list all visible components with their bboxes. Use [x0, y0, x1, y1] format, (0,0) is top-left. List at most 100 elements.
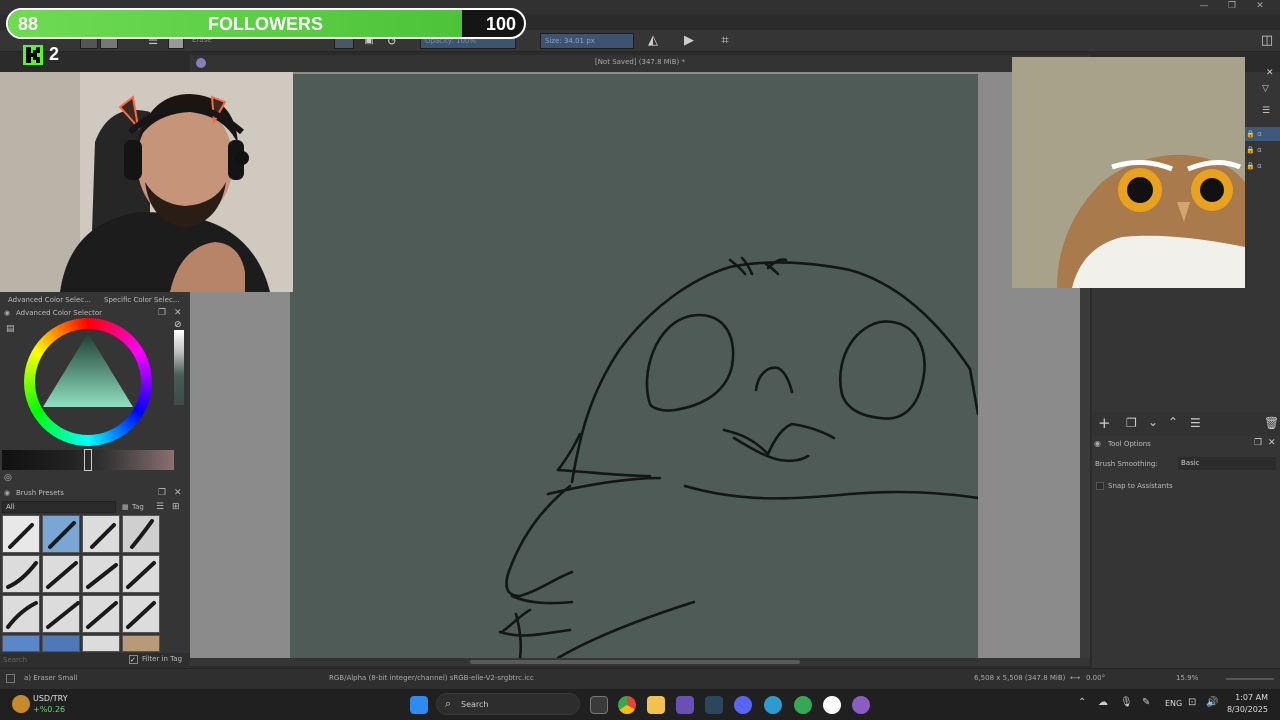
mirror-vertical-icon[interactable]: ▶ [680, 33, 698, 49]
layer-menu-icon[interactable]: ☰ [1262, 106, 1270, 116]
duplicate-layer-icon[interactable]: ❐ [1126, 416, 1137, 430]
value-slider-handle[interactable] [84, 449, 92, 471]
minimize-icon[interactable]: — [1194, 1, 1214, 13]
windows-taskbar: USD/TRY +%0.26 ⌃ ☁ 🎙 ✎ ENG ⊡ 🔊 1:07 AM 8… [0, 689, 1280, 720]
layer-properties-icon[interactable]: ☰ [1190, 416, 1201, 430]
tab-specific-color-selector[interactable]: Specific Color Selec... [104, 293, 180, 307]
float-docker-icon[interactable]: ❐ [158, 307, 166, 319]
streamer-webcam-image [0, 72, 293, 292]
close-brush-docker-icon[interactable]: ✕ [174, 487, 182, 499]
size-slider[interactable]: Size: 34.01 px [540, 33, 634, 49]
task-view-icon[interactable] [590, 696, 608, 714]
clock-date[interactable]: 8/30/2025 [1226, 705, 1268, 714]
docker-toggle-icon[interactable]: ◫ [1258, 33, 1276, 49]
color-wheel-center [35, 329, 141, 435]
layer-row-selected[interactable]: 🔒 α [1244, 127, 1280, 141]
close-tool-options-icon[interactable]: ✕ [1268, 438, 1276, 448]
close-layers-icon[interactable]: ✕ [1266, 68, 1274, 78]
kick-logo-icon [23, 45, 43, 65]
layer-row[interactable]: 🔒 α [1244, 143, 1280, 157]
zoom-status[interactable]: 15.9% [1176, 674, 1198, 682]
image-dimensions-status: 6,508 x 5,508 (347.8 MiB) [974, 674, 1066, 682]
tool-options-icon: ◉ [1094, 439, 1101, 448]
brush-filter-select[interactable]: All [2, 501, 116, 513]
grid-view-icon[interactable]: ⊞ [172, 501, 180, 513]
document-tab[interactable]: [Not Saved] (347.8 MiB) * [190, 55, 1090, 72]
obs-icon[interactable] [823, 696, 841, 714]
ticker-icon[interactable] [12, 695, 30, 713]
tag-label[interactable]: Tag [132, 501, 144, 513]
snap-assistants-checkbox[interactable] [1096, 482, 1104, 490]
reference-image-overlay [1012, 57, 1245, 288]
settings-icon[interactable]: ▤ [6, 323, 15, 335]
color-space-status: RGB/Alpha (8-bit integer/channel) sRGB-e… [329, 674, 534, 682]
chrome-icon[interactable] [618, 696, 636, 714]
color-wheel[interactable] [24, 318, 152, 446]
layer-filter-icon[interactable]: ▽ [1262, 84, 1269, 94]
status-bar: a) Eraser Small RGB/Alpha (8-bit integer… [0, 668, 1280, 689]
rotation-status[interactable]: 0.00° [1086, 674, 1105, 682]
float-tool-options-icon[interactable]: ❐ [1254, 438, 1262, 448]
followers-goal: 100 [486, 14, 517, 34]
color-triangle[interactable] [35, 329, 141, 435]
brush-presets-icon: ◉ [4, 489, 11, 497]
pen-icon[interactable]: ✎ [1142, 697, 1150, 708]
taskbar-search-box[interactable]: ⌕ Search [436, 693, 580, 715]
add-layer-icon[interactable]: + [1098, 414, 1111, 432]
tab-advanced-color-selector[interactable]: Advanced Color Selec... [8, 293, 91, 307]
snap-assistants-label: Snap to Assistants [1108, 482, 1173, 490]
followers-current: 88 [18, 14, 39, 34]
webcam-overlay [0, 72, 293, 292]
close-docker-icon[interactable]: ✕ [174, 307, 182, 319]
edge-icon[interactable] [764, 696, 782, 714]
brush-search-row: Search ✓ Filter in Tag [0, 653, 190, 668]
zoom-slider[interactable] [1226, 678, 1274, 680]
network-icon[interactable]: ⊡ [1188, 697, 1196, 708]
scroll-thumb[interactable] [470, 660, 800, 664]
volume-icon[interactable]: 🔊 [1206, 697, 1218, 708]
filter-in-tag-checkbox[interactable]: ✓ [129, 655, 138, 664]
document-title: [Not Saved] (347.8 MiB) * [594, 58, 686, 66]
drawing-canvas[interactable] [290, 74, 978, 658]
followers-label: FOLLOWERS [208, 14, 323, 34]
layer-row[interactable]: 🔒 α [1244, 159, 1280, 173]
microphone-icon[interactable]: 🎙 [1120, 697, 1133, 708]
view-list-icon[interactable]: ☰ [156, 501, 164, 513]
teams-icon[interactable] [676, 696, 694, 714]
brush-status-icon [6, 674, 15, 683]
layer-actions-bar: + ❐ ⌄ ⌃ ☰ 🗑 [1092, 412, 1280, 436]
owl-sketch-drawing [498, 256, 978, 658]
color-history-icon: ◎ [4, 473, 12, 483]
search-icon: ⌕ [445, 697, 452, 710]
color-shade-strip[interactable] [174, 330, 184, 405]
clock-time[interactable]: 1:07 AM [1232, 693, 1268, 702]
discord-icon[interactable] [734, 696, 752, 714]
onedrive-icon[interactable]: ☁ [1098, 697, 1108, 708]
horizontal-scrollbar[interactable] [190, 658, 1090, 666]
owl-reference-image [1012, 57, 1245, 288]
chrome-beta-icon[interactable] [794, 696, 812, 714]
no-color-icon[interactable]: ⊘ [174, 320, 184, 330]
krita-icon[interactable] [852, 696, 870, 714]
rotation-icon[interactable]: ⟷ [1070, 674, 1080, 682]
move-down-icon[interactable]: ⌄ [1148, 415, 1158, 429]
maximize-icon[interactable]: ❐ [1222, 1, 1242, 13]
followers-goal-bar: 88 FOLLOWERS 100 [6, 8, 526, 39]
close-icon[interactable]: ✕ [1250, 1, 1270, 13]
current-brush-status: a) Eraser Small [24, 674, 78, 682]
ticker-change: +%0.26 [33, 705, 66, 714]
file-explorer-icon[interactable] [647, 696, 665, 714]
brush-smoothing-select[interactable]: Basic [1178, 457, 1276, 470]
mirror-horizontal-icon[interactable]: ◭ [644, 33, 662, 49]
steam-icon[interactable] [705, 696, 723, 714]
move-up-icon[interactable]: ⌃ [1168, 415, 1178, 429]
wrap-around-icon[interactable]: ⌗ [716, 33, 734, 49]
tag-icon[interactable]: ▦ [122, 501, 129, 513]
delete-layer-icon[interactable]: 🗑 [1264, 416, 1279, 430]
float-brush-docker-icon[interactable]: ❐ [158, 487, 166, 499]
windows-start-icon[interactable] [410, 696, 428, 714]
language-indicator[interactable]: ENG [1165, 699, 1182, 708]
brush-search-input[interactable]: Search [3, 655, 123, 666]
tray-chevron-icon[interactable]: ⌃ [1078, 697, 1086, 708]
ticker-name[interactable]: USD/TRY [33, 694, 68, 703]
